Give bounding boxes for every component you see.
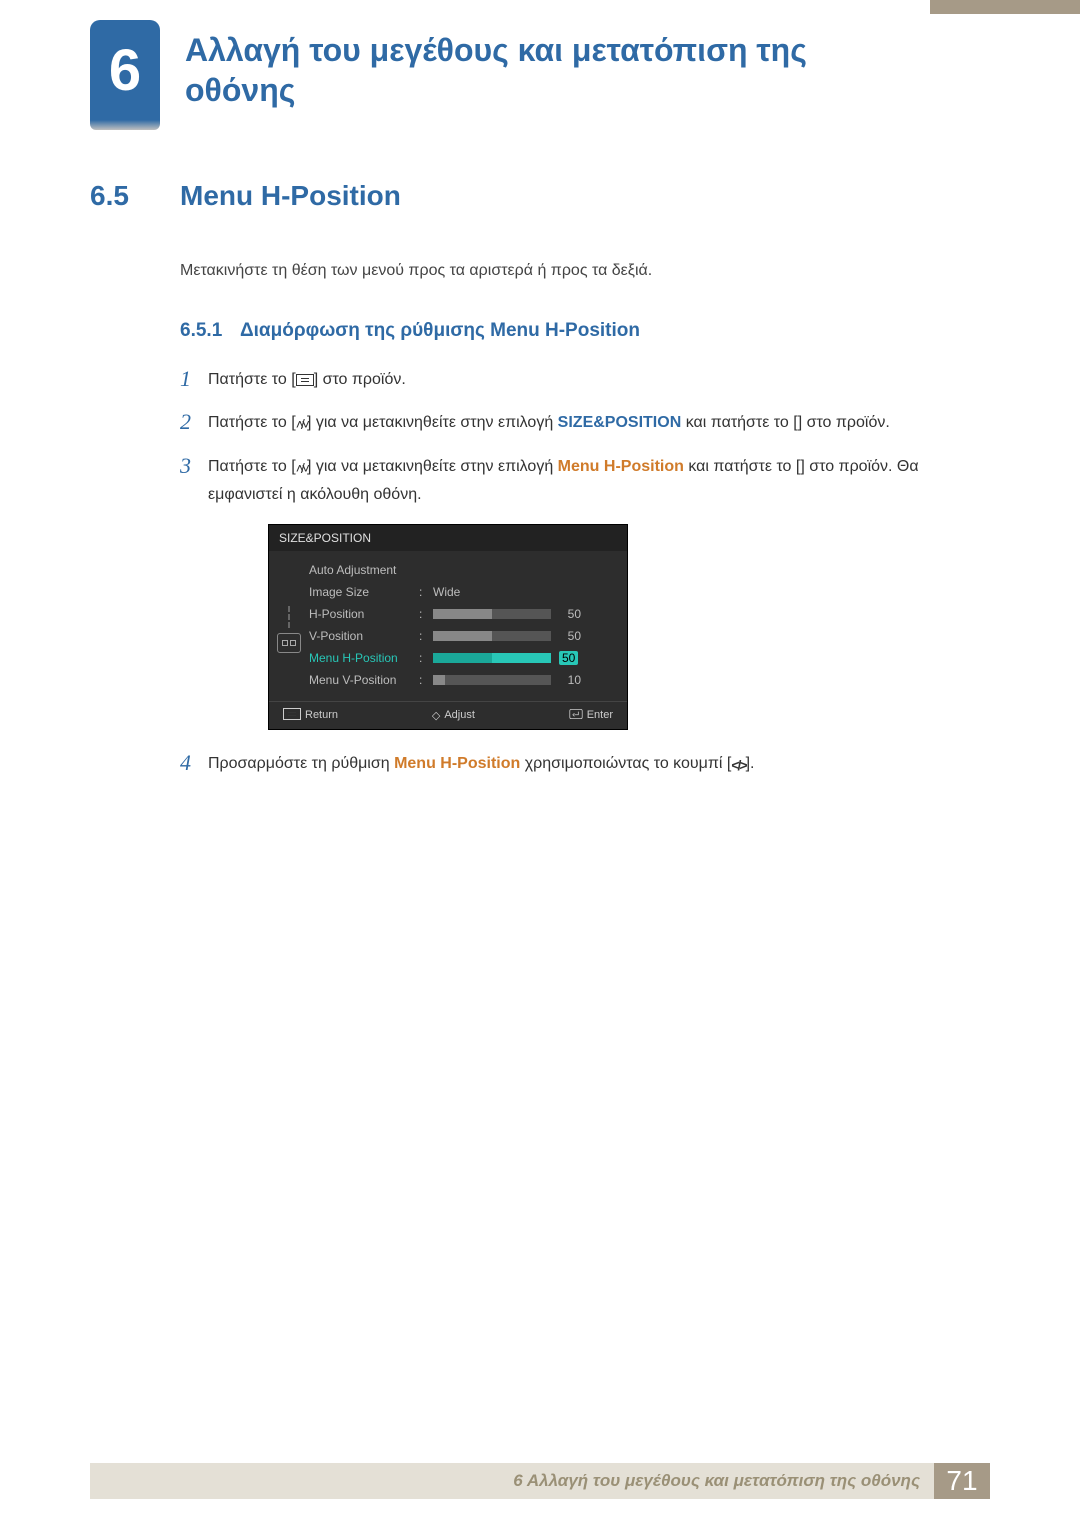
label: Enter (587, 709, 613, 721)
slider-bar (433, 631, 551, 641)
osd-footer-adjust: ◇ Adjust (432, 708, 475, 723)
colon: : (419, 585, 433, 599)
step-text: Πατήστε το [˄/˅] για να μετακινηθείτε στ… (208, 409, 890, 437)
osd-body: Auto Adjustment Image Size : Wide H-Posi… (269, 551, 627, 701)
osd-row-vposition: V-Position : 50 (309, 625, 613, 647)
highlight-menu-hpos: Menu H-Position (394, 755, 520, 772)
text: Πατήστε το [ (208, 458, 296, 475)
section-description: Μετακινήστε τη θέση των μενού προς τα αρ… (180, 262, 970, 280)
osd-row-image-size: Image Size : Wide (309, 581, 613, 603)
text: ] στο προϊόν. (798, 414, 890, 431)
chapter-title: Αλλαγή του μεγέθους και μετατόπιση της ο… (185, 30, 925, 110)
left-right-icon: </> (731, 754, 745, 778)
osd-label: Menu V-Position (309, 673, 419, 687)
osd-value: 50 (559, 607, 581, 621)
step-4: 4 Προσαρμόστε τη ρύθμιση Menu H-Position… (180, 750, 970, 778)
chapter-header: 6 Αλλαγή του μεγέθους και μετατόπιση της… (90, 20, 960, 120)
step-text: Πατήστε το [ ] στο προϊόν. (208, 366, 406, 393)
osd-label: H-Position (309, 607, 419, 621)
enter-icon (569, 708, 583, 723)
osd-row-menu-hposition: Menu H-Position : 50 (309, 647, 613, 669)
osd-value: 50 (559, 629, 581, 643)
colon: : (419, 673, 433, 687)
slider-bar (433, 609, 551, 619)
osd-rows: Auto Adjustment Image Size : Wide H-Posi… (309, 551, 627, 701)
menu-icon (296, 374, 314, 386)
top-stripe (930, 0, 1080, 14)
step-2: 2 Πατήστε το [˄/˅] για να μετακινηθείτε … (180, 409, 970, 437)
osd-wrapper: SIZE&POSITION Auto Adjustment Image Siz (208, 524, 970, 730)
text: ] για να μετακινηθείτε στην επιλογή (307, 414, 558, 431)
subsection-number: 6.5.1 (180, 320, 240, 342)
colon: : (419, 607, 433, 621)
osd-sidebar (269, 551, 309, 701)
osd-value: 10 (559, 673, 581, 687)
osd-label: V-Position (309, 629, 419, 643)
subsection-title: Διαμόρφωση της ρύθμισης Menu H-Position (240, 320, 640, 342)
osd-label: Image Size (309, 585, 419, 599)
step-number: 2 (180, 409, 208, 435)
section-title: Menu H-Position (180, 180, 401, 212)
text: ] στο προϊόν. (314, 371, 406, 388)
step-1: 1 Πατήστε το [ ] στο προϊόν. (180, 366, 970, 393)
slider-bar (433, 675, 551, 685)
text: χρησιμοποιώντας το κουμπί [ (520, 755, 731, 772)
text: και πατήστε το [ (681, 414, 797, 431)
osd-panel: SIZE&POSITION Auto Adjustment Image Siz (268, 524, 628, 730)
step-number: 4 (180, 750, 208, 776)
step-number: 1 (180, 366, 208, 392)
text: Προσαρμόστε τη ρύθμιση (208, 755, 394, 772)
osd-row-auto: Auto Adjustment (309, 559, 613, 581)
step-list: 1 Πατήστε το [ ] στο προϊόν. 2 Πατήστε το… (180, 366, 970, 778)
highlight-size-position: SIZE&POSITION (558, 414, 682, 431)
osd-row-hposition: H-Position : 50 (309, 603, 613, 625)
osd-footer-enter: Enter (569, 708, 613, 723)
text: Πατήστε το [ (208, 371, 296, 388)
osd-footer: Return ◇ Adjust Enter (269, 701, 627, 729)
step-number: 3 (180, 453, 208, 479)
text: ]. (746, 755, 755, 772)
osd-value-active: 50 (559, 651, 578, 665)
slider-bar-active (433, 653, 551, 663)
osd-row-menu-vposition: Menu V-Position : 10 (309, 669, 613, 691)
osd-footer-return: Return (283, 708, 338, 723)
step-text: Προσαρμόστε τη ρύθμιση Menu H-Position χ… (208, 750, 754, 778)
menu-icon (283, 708, 301, 723)
page-content: 6.5 Menu H-Position Μετακινήστε τη θέση … (90, 180, 970, 794)
osd-value: Wide (433, 585, 460, 599)
chapter-number: 6 (109, 37, 141, 104)
up-down-icon: ˄/˅ (296, 457, 307, 481)
colon: : (419, 629, 433, 643)
up-down-icon: ˄/˅ (296, 413, 307, 437)
step-3: 3 Πατήστε το [˄/˅] για να μετακινηθείτε … (180, 453, 970, 508)
osd-title: SIZE&POSITION (269, 525, 627, 551)
highlight-menu-hpos: Menu H-Position (558, 458, 684, 475)
section-heading: 6.5 Menu H-Position (90, 180, 970, 212)
adjust-icon: ◇ (432, 709, 440, 722)
tick-icon (288, 622, 290, 628)
chapter-number-tab: 6 (90, 20, 160, 120)
text: και πατήστε το [ (684, 458, 800, 475)
section-number: 6.5 (90, 180, 180, 212)
tick-icon (288, 606, 290, 612)
colon: : (419, 651, 433, 665)
subsection-heading: 6.5.1 Διαμόρφωση της ρύθμισης Menu H-Pos… (180, 320, 970, 342)
tick-icon (288, 614, 290, 620)
page-number: 71 (934, 1463, 990, 1499)
osd-label-active: Menu H-Position (309, 651, 419, 665)
text: ] για να μετακινηθείτε στην επιλογή (307, 458, 558, 475)
page-footer: 6 Αλλαγή του μεγέθους και μετατόπιση της… (90, 1463, 990, 1499)
label: Return (305, 709, 338, 721)
size-position-icon (277, 633, 301, 653)
osd-label: Auto Adjustment (309, 563, 419, 577)
label: Adjust (444, 709, 475, 721)
text: Πατήστε το [ (208, 414, 296, 431)
step-text: Πατήστε το [˄/˅] για να μετακινηθείτε στ… (208, 453, 970, 508)
footer-text: 6 Αλλαγή του μεγέθους και μετατόπιση της… (90, 1463, 934, 1499)
